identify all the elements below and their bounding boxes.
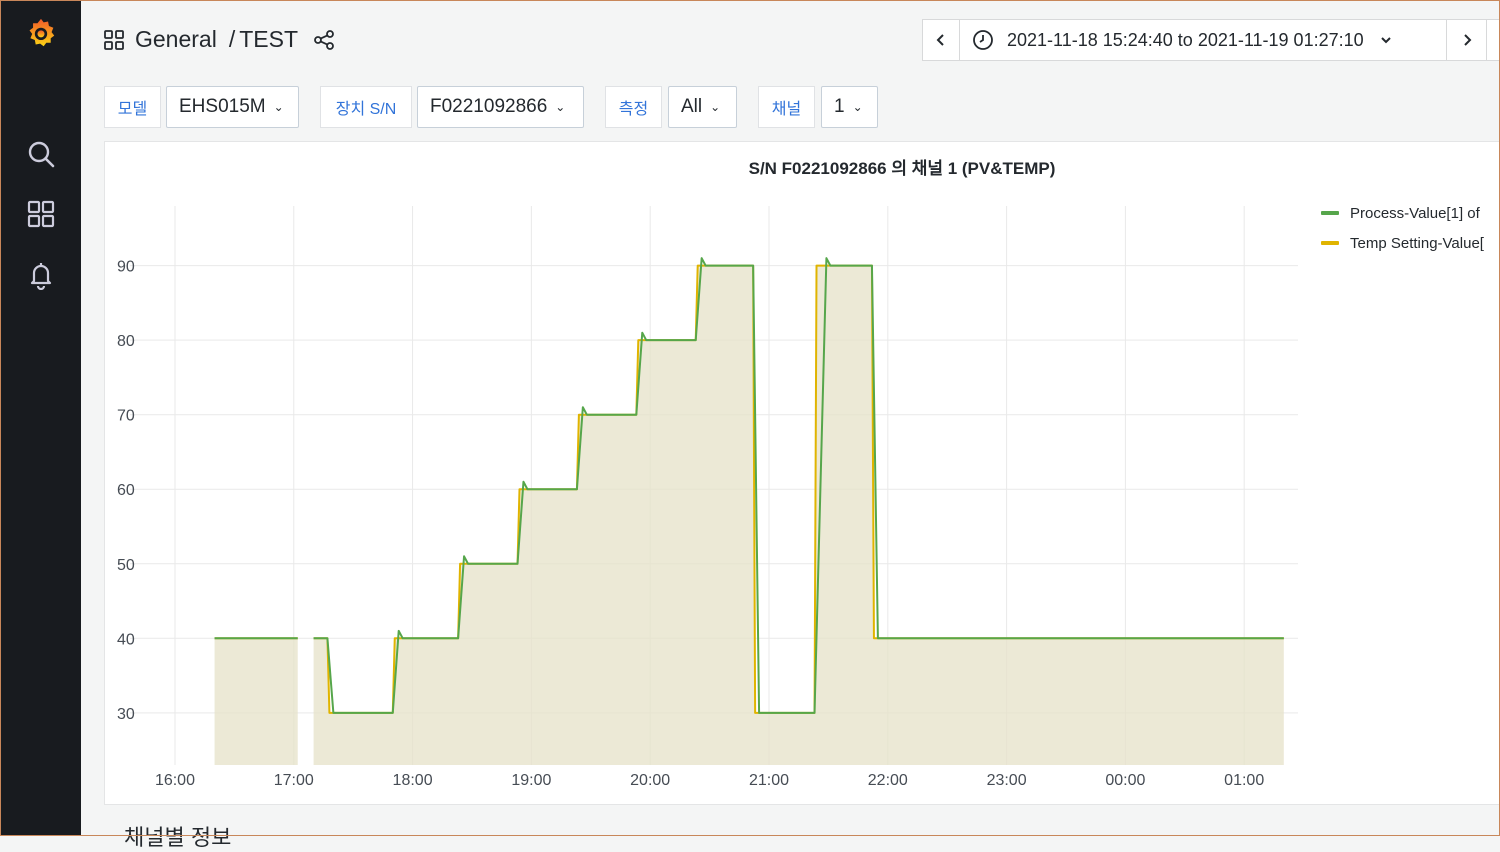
variable-value-device-sn: F0221092866	[430, 96, 548, 117]
sidebar	[0, 0, 81, 836]
variable-value-model: EHS015M	[179, 96, 266, 117]
search-icon[interactable]	[26, 139, 56, 169]
variable-select-model[interactable]: EHS015M ⌄	[166, 86, 299, 128]
chevron-left-icon	[935, 33, 947, 47]
chevron-right-icon	[1461, 33, 1473, 47]
time-shift-back-button[interactable]	[922, 19, 960, 61]
graph-chart[interactable]: 30 40 50 60 70 80 90 16:00 17:00 18:00 19:00 20:00 2…	[105, 142, 1305, 806]
legend-label-process-value: Process-Value[1] of	[1350, 204, 1480, 222]
x-tick-label: 17:00	[274, 772, 314, 789]
clock-icon	[972, 29, 994, 51]
variable-label-device-sn: 장치 S/N	[320, 86, 412, 128]
chevron-down-icon: ⌄	[555, 100, 566, 114]
x-tick-label: 00:00	[1105, 772, 1145, 789]
bell-icon[interactable]	[26, 260, 56, 290]
variable-select-device-sn[interactable]: F0221092866 ⌄	[417, 86, 584, 128]
y-tick-label: 30	[117, 706, 135, 723]
grafana-logo-icon[interactable]	[26, 18, 56, 48]
variable-value-channel: 1	[834, 96, 845, 117]
share-icon[interactable]	[312, 28, 336, 52]
y-tick-label: 70	[117, 408, 135, 425]
variable-label-measure: 측정	[605, 86, 662, 128]
y-tick-label: 60	[117, 482, 135, 499]
time-shift-forward-button[interactable]	[1446, 19, 1487, 61]
x-tick-label: 18:00	[393, 772, 433, 789]
dashboards-icon[interactable]	[26, 199, 56, 229]
breadcrumb-separator: /	[228, 26, 236, 52]
legend-item-process-value[interactable]: Process-Value[1] of	[1321, 198, 1500, 228]
graph-legend: Process-Value[1] of Temp Setting-Value[	[1321, 198, 1500, 258]
dashboard-header: General / TEST 2021-11-18 15:24:40 to 20…	[81, 0, 1500, 84]
variable-label-channel: 채널	[758, 86, 815, 128]
y-tick-label: 50	[117, 557, 135, 574]
chevron-down-icon	[1380, 35, 1392, 45]
y-tick-label: 90	[117, 259, 135, 276]
chevron-down-icon: ⌄	[710, 100, 721, 114]
variable-select-measure[interactable]: All ⌄	[668, 86, 737, 128]
x-tick-label: 19:00	[511, 772, 551, 789]
chevron-down-icon: ⌄	[273, 100, 284, 114]
legend-swatch-temp-setting	[1321, 241, 1339, 245]
breadcrumb-folder-link[interactable]: General	[135, 26, 217, 53]
variable-value-measure: All	[681, 96, 703, 117]
x-tick-label: 20:00	[630, 772, 670, 789]
next-row-title[interactable]: 채널별 정보	[124, 820, 231, 852]
variable-label-model: 모델	[104, 86, 161, 128]
variable-select-channel[interactable]: 1 ⌄	[821, 86, 878, 128]
legend-label-temp-setting: Temp Setting-Value[	[1350, 234, 1484, 252]
dashboards-grid-icon	[103, 29, 125, 51]
y-tick-label: 40	[117, 631, 135, 648]
legend-swatch-process-value	[1321, 211, 1339, 215]
y-tick-label: 80	[117, 333, 135, 350]
refresh-button-edge[interactable]	[1486, 19, 1500, 61]
dashboard-title[interactable]: TEST	[239, 26, 298, 53]
legend-item-temp-setting[interactable]: Temp Setting-Value[	[1321, 228, 1500, 258]
series-area-fill	[214, 638, 298, 765]
time-range-picker[interactable]: 2021-11-18 15:24:40 to 2021-11-19 01:27:…	[959, 19, 1447, 61]
chevron-down-icon: ⌄	[852, 100, 863, 114]
breadcrumb: General / TEST	[103, 26, 336, 53]
time-range-label: 2021-11-18 15:24:40 to 2021-11-19 01:27:…	[1007, 29, 1364, 50]
x-tick-label: 01:00	[1224, 772, 1264, 789]
x-tick-label: 21:00	[749, 772, 789, 789]
x-tick-label: 22:00	[868, 772, 908, 789]
x-tick-label: 16:00	[155, 772, 195, 789]
x-tick-label: 23:00	[987, 772, 1027, 789]
graph-panel[interactable]: S/N F0221092866 의 채널 1 (PV&TEMP) 30 40 50 6…	[104, 141, 1500, 805]
